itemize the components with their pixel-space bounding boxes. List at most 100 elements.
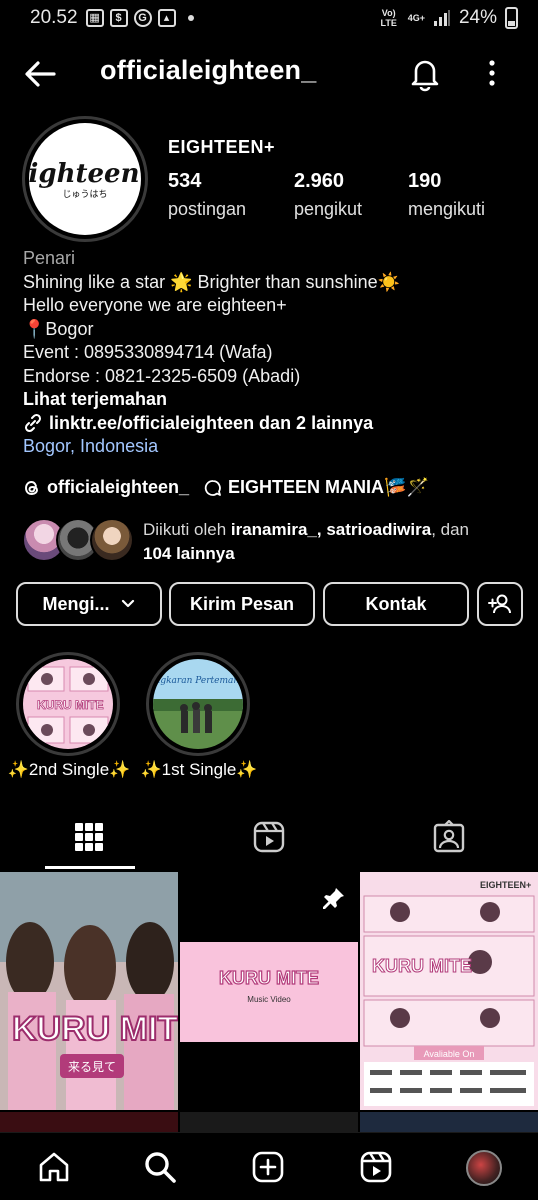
active-tab-indicator [45, 866, 135, 869]
post-tile[interactable]: EIGHTEEN+ KURU MITE Avaliable On [360, 872, 538, 1110]
profile-tabs [0, 808, 538, 870]
followed-by-prefix: Diikuti oleh [143, 520, 231, 539]
highlight-cover: KURU MITE [23, 659, 113, 749]
gallery-icon: ▴ [157, 9, 176, 27]
translate-link[interactable]: Lihat terjemahan [23, 388, 523, 412]
bio-line: Endorse : 0821-2325-6509 (Abadi) [23, 365, 301, 386]
post-tile-pinned[interactable]: KURU MITE Music Video [180, 872, 358, 1110]
home-icon[interactable] [36, 1149, 72, 1185]
following-button[interactable]: Mengi... [16, 582, 162, 626]
bio-line: 📍Bogor [23, 318, 94, 339]
following-count: 190 [408, 170, 442, 192]
highlight-cover-art: KURU MITE [23, 659, 113, 749]
signal-icon [433, 10, 450, 26]
posts-stat[interactable]: 534 postingan [168, 170, 246, 220]
message-button-label: Kirim Pesan [189, 593, 295, 614]
store-icon: $ [109, 9, 128, 27]
post-subtitle: 来る見て [68, 1060, 116, 1074]
profile-avatar[interactable]: Eighteen+ じゅうはち [22, 116, 148, 242]
post-subtitle: Avaliable On [424, 1049, 475, 1059]
bottom-navigation [0, 1132, 538, 1200]
suggest-people-button[interactable] [477, 582, 523, 626]
threads-row: officialeighteen_ EIGHTEEN MANIA🎏🪄 [22, 477, 429, 498]
add-icon[interactable] [250, 1149, 286, 1185]
status-bar: 20.52 ▦ $ G ▴ Vo) LTE 4G+ 24% [0, 0, 538, 36]
bio: Penari Shining like a star 🌟 Brighter th… [23, 247, 523, 459]
threads-icon [25, 480, 38, 495]
volte-indicator: Vo) LTE [380, 8, 397, 28]
following-button-label: Mengi... [42, 593, 110, 614]
more-vertical-icon[interactable] [480, 54, 504, 92]
followers-stat[interactable]: 2.960 pengikut [294, 170, 362, 220]
post-tile[interactable]: KURU MITE 来る見て [0, 872, 178, 1110]
highlight-ring: KURU MITE [16, 652, 120, 756]
profile-nav-avatar[interactable] [466, 1150, 502, 1186]
highlight-2nd-single[interactable]: KURU MITE ✨2nd Single✨ [8, 652, 130, 779]
threads-handle: officialeighteen_ [47, 477, 190, 497]
highlight-ring: Lingkaran Pertemanan [146, 652, 250, 756]
post-header-text: EIGHTEEN+ [480, 880, 531, 890]
highlight-label: ✨1st Single✨ [140, 760, 258, 779]
channel-name: EIGHTEEN MANIA🎏🪄 [228, 477, 429, 497]
avatar-logo-text: Eighteen+ [29, 158, 141, 189]
message-button[interactable]: Kirim Pesan [169, 582, 315, 626]
contact-button-label: Kontak [365, 593, 427, 614]
highlight-cover: Lingkaran Pertemanan [153, 659, 243, 749]
post-subtitle: Music Video [247, 995, 291, 1004]
post-title: KURU MITE [219, 968, 319, 988]
header-username: officialeighteen_ [100, 55, 317, 85]
chevron-down-icon [121, 599, 134, 608]
bio-line: Hello everyone we are eighteen+ [23, 295, 287, 315]
followers-label: pengikut [294, 199, 363, 219]
avatar-logo-sub: じゅうはち [62, 188, 108, 199]
reels-icon[interactable] [252, 820, 286, 854]
reels-nav-icon[interactable] [358, 1149, 394, 1185]
search-icon[interactable] [142, 1149, 178, 1185]
posts-grid: KURU MITE 来る見て KURU MITE Music Video EIG… [0, 872, 538, 1152]
followed-by-text: Diikuti oleh iranamira_, satrioadiwira, … [143, 518, 469, 566]
grid-icon[interactable] [72, 820, 106, 854]
location-text[interactable]: Bogor, Indonesia [23, 435, 523, 459]
highlight-1st-single[interactable]: Lingkaran Pertemanan ✨1st Single✨ [141, 652, 258, 779]
battery-icon [505, 7, 518, 29]
profile-header: officialeighteen_ [0, 48, 538, 98]
followed-by-names: iranamira_, satrioadiwira [230, 520, 432, 539]
external-link[interactable]: linktr.ee/officialeighteen dan 2 lainnya [23, 412, 523, 436]
threads-chip[interactable]: officialeighteen_ [22, 477, 189, 498]
link-text: linktr.ee/officialeighteen dan 2 lainnya [49, 412, 374, 433]
tagged-icon[interactable] [432, 820, 466, 854]
post-title: KURU MITE [12, 1010, 178, 1048]
post-image: KURU MITE 来る見て [0, 872, 178, 1110]
add-person-icon [488, 594, 511, 614]
more-notifications-dot [187, 15, 194, 21]
highlight-cover-text: Lingkaran Pertemanan [153, 676, 243, 686]
pin-icon [323, 888, 344, 909]
followed-by-rest: 104 lainnya [143, 544, 235, 563]
display-name: EIGHTEEN+ [168, 137, 276, 157]
following-stat[interactable]: 190 mengikuti [408, 170, 485, 220]
back-arrow-icon[interactable] [22, 56, 58, 92]
following-label: mengikuti [408, 199, 486, 219]
contact-button[interactable]: Kontak [323, 582, 469, 626]
highlight-cover-art: Lingkaran Pertemanan [153, 659, 243, 749]
channel-icon [204, 479, 221, 496]
google-icon: G [133, 9, 152, 27]
status-time: 20.52 [30, 7, 78, 28]
battery-percent: 24% [458, 7, 497, 28]
highlight-cover-text: KURU MITE [37, 698, 104, 712]
post-image: EIGHTEEN+ KURU MITE Avaliable On [360, 872, 538, 1110]
bell-icon[interactable] [406, 54, 444, 92]
posts-count: 534 [168, 170, 202, 192]
followed-by[interactable]: Diikuti oleh iranamira_, satrioadiwira, … [22, 516, 522, 566]
category-label: Penari [23, 248, 76, 268]
followers-count: 2.960 [294, 170, 345, 192]
posts-label: postingan [168, 199, 247, 219]
notification-icon: ▦ [85, 9, 104, 27]
network-gen-indicator: 4G+ [407, 13, 425, 23]
channel-chip[interactable]: EIGHTEEN MANIA🎏🪄 [203, 477, 429, 498]
followed-by-middle: , dan [431, 520, 470, 539]
bio-line: Event : 0895330894714 (Wafa) [23, 342, 273, 362]
avatar-logo: Eighteen+ じゅうはち [29, 123, 141, 235]
post-title: KURU MITE [372, 956, 472, 976]
link-icon [24, 414, 42, 433]
